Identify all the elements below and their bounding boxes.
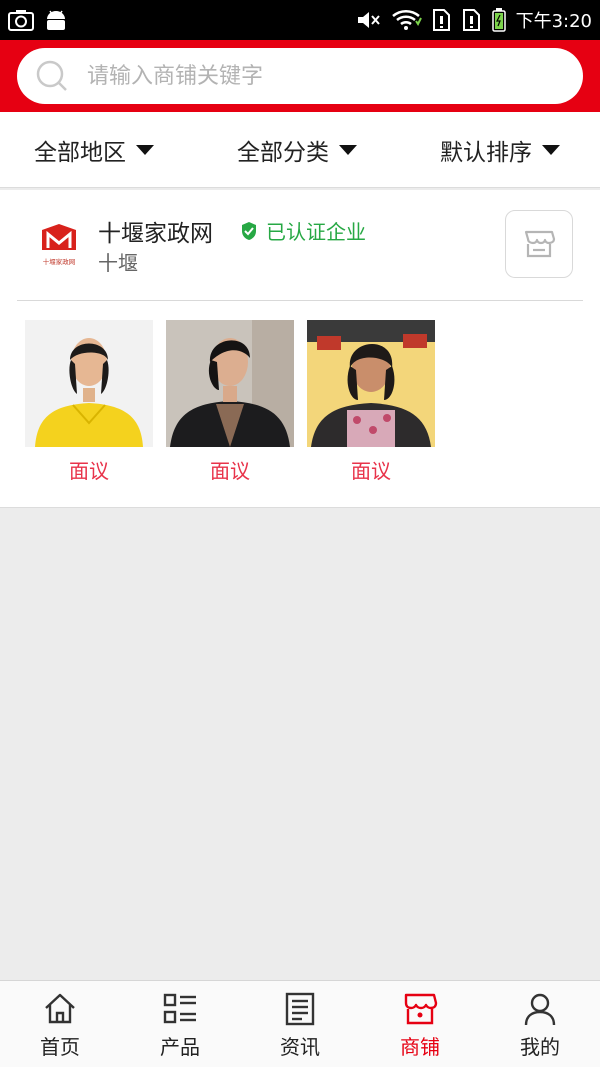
sim2-icon (462, 8, 482, 32)
list-icon (163, 993, 196, 1024)
bottom-nav: 首页 产品 资讯 商铺 我的 (0, 980, 600, 1067)
product-price: 面议 (69, 459, 109, 483)
battery-icon (491, 8, 506, 32)
verified-badge: 已认证企业 (240, 216, 366, 245)
filter-sort-label: 默认排序 (440, 139, 532, 166)
filter-bar: 全部地区 全部分类 默认排序 (0, 112, 600, 188)
status-bar: 下午3:20 (0, 0, 600, 40)
nav-item-products[interactable]: 产品 (120, 981, 240, 1067)
store-button[interactable] (505, 210, 573, 278)
nav-item-shops[interactable]: 商铺 (360, 981, 480, 1067)
filter-region[interactable]: 全部地区 (34, 133, 154, 167)
product-price: 面议 (210, 459, 250, 483)
android-icon (44, 9, 68, 31)
search-box[interactable] (17, 48, 583, 104)
search-icon (36, 60, 67, 91)
shield-check-icon (242, 221, 256, 240)
nav-label: 我的 (520, 1035, 560, 1059)
store-icon (404, 993, 438, 1025)
search-header (0, 40, 600, 112)
verified-label: 已认证企业 (266, 220, 366, 244)
status-right: 下午3:20 (356, 7, 592, 33)
shop-header: 十堰家政网 十堰家政网 已认证企业 十堰 (0, 190, 600, 300)
nav-label: 资讯 (280, 1035, 320, 1059)
caret-down-icon (339, 144, 357, 155)
nav-item-news[interactable]: 资讯 (240, 981, 360, 1067)
product-item[interactable]: 面议 (307, 320, 435, 484)
filter-sort[interactable]: 默认排序 (440, 133, 560, 167)
product-item[interactable]: 面议 (25, 320, 153, 484)
news-icon (285, 992, 315, 1026)
status-left (8, 9, 68, 31)
product-price: 面议 (351, 459, 391, 483)
camera-icon (8, 9, 34, 31)
product-photo (166, 320, 294, 447)
mute-icon (356, 9, 382, 31)
status-time: 下午3:20 (515, 11, 592, 32)
product-photo (25, 320, 153, 447)
home-icon (45, 993, 75, 1024)
svg-text:十堰家政网: 十堰家政网 (43, 257, 76, 266)
filter-category-label: 全部分类 (237, 139, 329, 166)
product-photo (307, 320, 435, 447)
nav-label: 产品 (160, 1035, 200, 1059)
nav-item-me[interactable]: 我的 (480, 981, 600, 1067)
product-item[interactable]: 面议 (166, 320, 294, 484)
filter-region-label: 全部地区 (34, 139, 126, 166)
search-input[interactable] (87, 63, 583, 89)
shop-card[interactable]: 十堰家政网 十堰家政网 已认证企业 十堰 面议 面议 面议 (0, 190, 600, 508)
store-icon (524, 230, 556, 258)
nav-item-home[interactable]: 首页 (0, 981, 120, 1067)
nav-label: 商铺 (400, 1035, 440, 1059)
shop-name[interactable]: 十堰家政网 (98, 214, 213, 248)
wifi-icon (391, 9, 422, 31)
caret-down-icon (542, 144, 560, 155)
nav-label: 首页 (40, 1035, 80, 1059)
product-list: 面议 面议 面议 (25, 320, 435, 484)
shop-region: 十堰 (98, 251, 138, 275)
user-icon (524, 993, 556, 1026)
caret-down-icon (136, 144, 154, 155)
divider (17, 300, 583, 301)
filter-category[interactable]: 全部分类 (237, 133, 357, 167)
sim1-icon (432, 8, 452, 32)
shop-logo: 十堰家政网 (42, 224, 76, 266)
